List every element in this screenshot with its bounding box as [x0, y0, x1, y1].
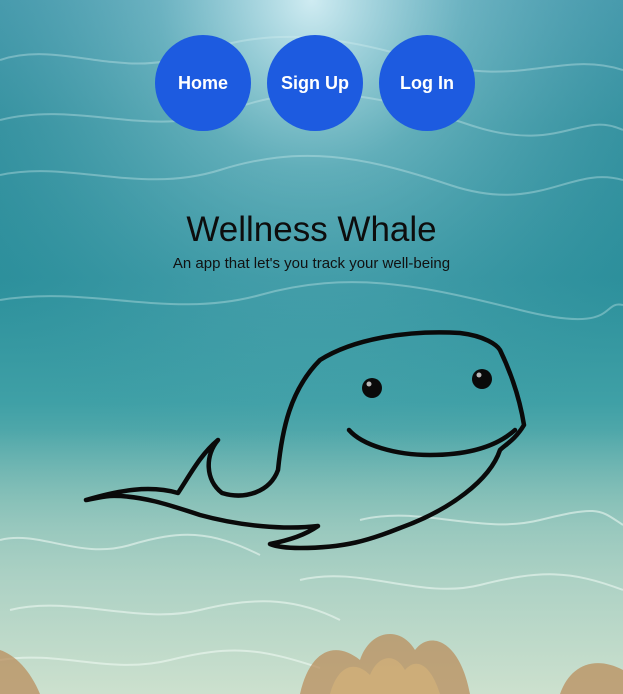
whale-right-eye	[472, 369, 492, 389]
whale-drawing-icon	[83, 330, 527, 551]
whale-left-eye	[362, 378, 382, 398]
